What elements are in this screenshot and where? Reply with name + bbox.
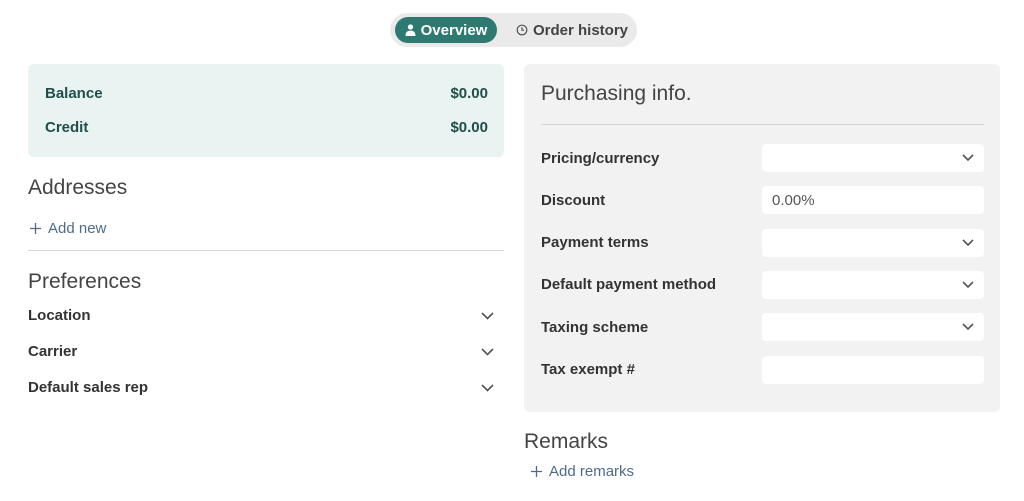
purchasing-title: Purchasing info. (541, 82, 692, 105)
panel-divider (541, 124, 984, 125)
payment-terms-select[interactable] (762, 229, 984, 257)
chevron-down-icon (481, 383, 494, 392)
balance-value: $0.00 (450, 85, 488, 102)
preference-sales-rep-label: Default sales rep (28, 379, 149, 396)
plus-icon (30, 223, 41, 234)
tab-order-history[interactable]: Order history (516, 17, 628, 43)
chevron-down-icon (481, 347, 494, 356)
chevron-down-icon (962, 154, 974, 162)
preference-sales-rep[interactable]: Default sales rep (28, 379, 494, 396)
discount-label: Discount (541, 192, 606, 209)
chevron-down-icon (481, 311, 494, 320)
view-tabs: Overview Order history (390, 13, 637, 47)
tax-exempt-field[interactable] (762, 356, 984, 384)
chevron-down-icon (962, 281, 974, 289)
taxing-scheme-select[interactable] (762, 313, 984, 341)
preferences-title: Preferences (28, 270, 142, 293)
tab-overview-label: Overview (420, 21, 488, 39)
tab-order-history-label: Order history (533, 21, 629, 39)
clock-icon (516, 24, 528, 36)
balance-row: Balance $0.00 (45, 85, 488, 102)
payment-terms-label: Payment terms (541, 234, 649, 251)
add-address-label: Add new (48, 220, 107, 237)
preference-carrier[interactable]: Carrier (28, 343, 494, 360)
purchasing-panel: Purchasing info. Pricing/currency Discou… (524, 64, 1000, 412)
chevron-down-icon (962, 239, 974, 247)
add-address-button[interactable]: Add new (29, 220, 106, 237)
discount-input[interactable] (772, 191, 974, 209)
preference-carrier-label: Carrier (28, 343, 78, 360)
plus-icon (531, 466, 542, 477)
tab-overview[interactable]: Overview (395, 17, 497, 43)
preference-location-label: Location (28, 307, 91, 324)
payment-method-select[interactable] (762, 271, 984, 299)
section-divider (28, 250, 504, 251)
taxing-scheme-label: Taxing scheme (541, 319, 649, 336)
discount-field[interactable] (762, 186, 984, 214)
addresses-title: Addresses (28, 176, 128, 199)
pricing-label: Pricing/currency (541, 150, 660, 167)
tax-exempt-label: Tax exempt # (541, 361, 635, 378)
credit-label: Credit (45, 119, 89, 136)
remarks-title: Remarks (524, 430, 609, 453)
balance-card: Balance $0.00 Credit $0.00 (28, 64, 504, 157)
payment-method-label: Default payment method (541, 276, 717, 293)
pricing-select[interactable] (762, 144, 984, 172)
tax-exempt-input[interactable] (772, 361, 974, 379)
balance-label: Balance (45, 85, 103, 102)
chevron-down-icon (962, 323, 974, 331)
credit-value: $0.00 (450, 119, 488, 136)
add-remarks-button[interactable]: Add remarks (530, 463, 634, 480)
person-icon (405, 24, 416, 36)
preference-location[interactable]: Location (28, 307, 494, 324)
add-remarks-label: Add remarks (549, 463, 635, 480)
credit-row: Credit $0.00 (45, 119, 488, 136)
